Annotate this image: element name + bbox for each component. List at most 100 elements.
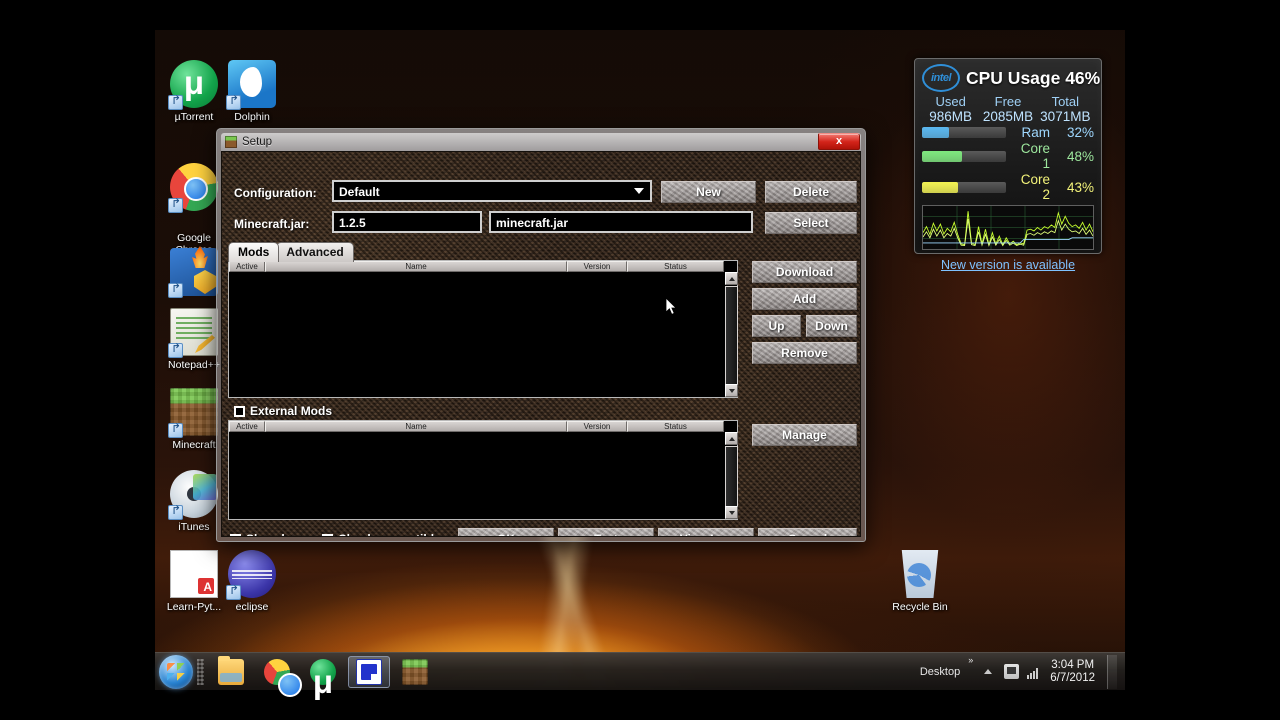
scroll-down-icon[interactable] (725, 384, 738, 397)
column-header-version[interactable]: Version (567, 261, 627, 272)
delete-button[interactable]: Delete (765, 181, 857, 203)
network-signal-icon[interactable] (1027, 664, 1042, 679)
folder-icon (218, 655, 244, 685)
intel-logo-text: intel (930, 72, 952, 84)
jar-path-field[interactable]: minecraft.jar (489, 211, 753, 233)
select-button[interactable]: Select (765, 212, 857, 234)
taskbar-item-setup[interactable] (348, 655, 390, 688)
ram-usage-bar (922, 127, 1006, 138)
memory-total-label: Total (1051, 94, 1080, 109)
clock-time: 3:04 PM (1051, 658, 1095, 671)
core1-usage-bar (922, 150, 1006, 162)
scroll-thumb[interactable] (725, 286, 738, 394)
show-hidden-icons-icon[interactable] (981, 664, 996, 679)
ok-button[interactable]: OK (458, 528, 554, 536)
external-mods-list[interactable]: Active Name Version Status (228, 420, 738, 520)
desktop-icon-eclipse[interactable]: eclipse (213, 550, 291, 614)
new-version-link[interactable]: New version is available (922, 258, 1094, 272)
taskbar-item-windows-explorer[interactable] (210, 655, 252, 688)
memory-total-value: 3071MB (1040, 109, 1091, 124)
memory-used-value: 986MB (929, 109, 973, 124)
utorrent-icon (168, 60, 218, 110)
tab-mods[interactable]: Mods (228, 242, 280, 262)
check-compatible-checkbox[interactable]: Check compatible (322, 532, 441, 536)
desktop-icon-recycle-bin[interactable]: Recycle Bin (881, 550, 959, 614)
mods-list[interactable]: Active Name Version Status (228, 260, 738, 398)
notepad-plus-plus-icon (168, 308, 218, 358)
chrome-icon (264, 658, 302, 697)
mods-list-scrollbar[interactable] (724, 272, 738, 397)
download-button[interactable]: Download (752, 261, 857, 283)
column-header-name[interactable]: Name (265, 421, 567, 432)
tray-desktop-label[interactable]: Desktop (920, 666, 960, 678)
taskbar-item-google-chrome[interactable] (256, 656, 302, 697)
add-button[interactable]: Add (752, 288, 857, 310)
column-header-status[interactable]: Status (627, 261, 724, 272)
scroll-up-icon[interactable] (725, 432, 738, 445)
start-button[interactable] (159, 654, 193, 689)
down-button[interactable]: Down (806, 315, 857, 337)
cpu-usage-title: CPU Usage 46% (966, 67, 1101, 88)
taskbar-item-minecraft[interactable] (394, 656, 436, 688)
screen: µTorrent Dolphin Google Chrome RAMDisk U… (0, 0, 1280, 720)
system-tray[interactable]: Desktop » 3:04 PM 6/7/2012 (920, 654, 1125, 689)
action-center-icon[interactable] (1004, 664, 1020, 679)
desktop-icon-dolphin[interactable]: Dolphin (213, 60, 291, 124)
core2-label: Core 2 (1020, 172, 1050, 202)
pdf-document-icon (170, 550, 218, 598)
column-header-status[interactable]: Status (627, 421, 724, 432)
tab-advanced[interactable]: Advanced (276, 242, 354, 262)
column-header-active[interactable]: Active (229, 261, 265, 272)
tab-strip: Mods Advanced (228, 242, 354, 262)
column-header-version[interactable]: Version (567, 421, 627, 432)
scroll-up-icon[interactable] (725, 272, 738, 285)
eclipse-icon (226, 550, 276, 600)
column-header-active[interactable]: Active (229, 421, 265, 432)
cpu-history-graph (922, 205, 1094, 250)
ram-label: Ram (1021, 125, 1050, 140)
desktop-icon-label: Recycle Bin (892, 601, 948, 613)
column-header-name[interactable]: Name (265, 261, 567, 272)
minecraft-icon (168, 388, 218, 438)
show-log-label: Show log (246, 532, 299, 536)
version-field[interactable]: 1.2.5 (332, 211, 482, 233)
manage-button[interactable]: Manage (752, 424, 857, 446)
mods-list-body[interactable] (229, 272, 724, 397)
configuration-select[interactable]: Default (332, 180, 652, 202)
remove-button[interactable]: Remove (752, 342, 857, 364)
dialog-titlebar[interactable]: Setup x (221, 133, 861, 151)
cancel-button[interactable]: Cancel (758, 528, 857, 536)
external-list-scrollbar[interactable] (724, 432, 738, 519)
chevron-down-icon (634, 188, 644, 194)
cpu-usage-gadget[interactable]: intel CPU Usage 46% Used 986MB Free 2085… (914, 58, 1102, 272)
scroll-thumb[interactable] (725, 446, 738, 507)
clock[interactable]: 3:04 PM 6/7/2012 (1050, 659, 1095, 685)
app-icon (356, 658, 382, 685)
new-button[interactable]: New (661, 181, 756, 203)
tray-overflow-icon[interactable]: » (968, 655, 973, 665)
external-mods-checkbox[interactable]: External Mods (234, 404, 332, 418)
minecraft-grass-icon (225, 136, 237, 148)
up-button[interactable]: Up (752, 315, 801, 337)
test-button[interactable]: Test (558, 528, 654, 536)
scroll-down-icon[interactable] (725, 506, 738, 519)
memory-used-label: Used (935, 94, 966, 109)
check-compatible-label: Check compatible (338, 532, 441, 536)
core1-label: Core 1 (1020, 141, 1050, 171)
memory-free-label: Free (994, 94, 1022, 109)
close-button[interactable]: x (818, 133, 860, 150)
show-log-checkbox[interactable]: Show log (230, 532, 299, 536)
recycle-bin-icon (896, 550, 944, 598)
ramdisk-utility-icon (168, 248, 218, 298)
intel-logo-icon: intel (922, 64, 960, 92)
mods-list-header: Active Name Version Status (229, 261, 737, 272)
setup-dialog[interactable]: Setup x Configuration: Default New Delet… (216, 128, 866, 542)
show-desktop-button[interactable] (1107, 654, 1117, 689)
desktop-icon-label: eclipse (235, 601, 269, 613)
checkbox-box (322, 532, 334, 536)
external-list-body[interactable] (229, 432, 724, 519)
taskbar-item-utorrent[interactable] (302, 656, 344, 701)
view-log-button[interactable]: View Log (658, 528, 754, 536)
taskbar[interactable]: Desktop » 3:04 PM 6/7/2012 (155, 652, 1125, 701)
checkbox-box (234, 405, 245, 417)
